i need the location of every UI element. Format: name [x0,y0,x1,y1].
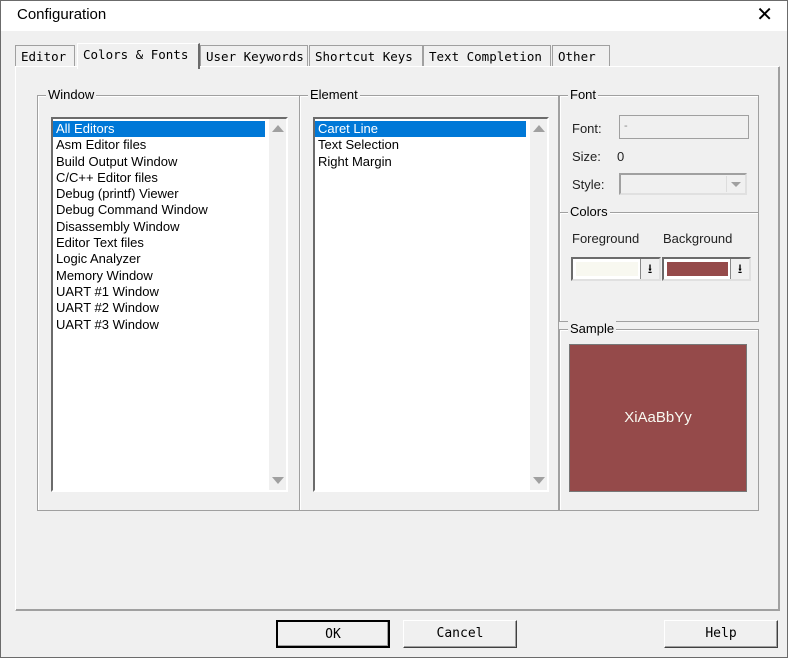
element-list: Caret Line Text Selection Right Margin [315,119,526,170]
window-list-scrollbar[interactable] [269,119,286,490]
background-color-swatch [667,262,728,276]
colors-group-label: Colors [568,204,610,219]
tab-text-completion[interactable]: Text Completion [423,45,551,67]
window-item-uart2[interactable]: UART #2 Window [53,300,265,316]
window-item-debug-printf-viewer[interactable]: Debug (printf) Viewer [53,186,265,202]
element-item-text-selection[interactable]: Text Selection [315,137,526,153]
sample-text: XiAaBbYy [624,409,692,426]
style-dropdown[interactable] [619,173,747,195]
title-bar: Configuration ✕ [1,1,787,31]
tab-other[interactable]: Other [552,45,610,67]
dialog-title: Configuration [17,6,107,23]
size-value: 0 [617,149,625,164]
element-listbox[interactable]: Caret Line Text Selection Right Margin [313,117,549,492]
window-item-logic-analyzer[interactable]: Logic Analyzer [53,251,265,267]
window-item-uart3[interactable]: UART #3 Window [53,317,265,333]
window-listbox[interactable]: All Editors Asm Editor files Build Outpu… [51,117,288,492]
font-group-label: Font [568,87,599,102]
close-icon[interactable]: ✕ [756,3,773,27]
chevron-down-icon [731,182,741,187]
background-color-picker[interactable]: ⭳ [662,257,751,281]
background-dropdown-icon[interactable]: ⭳ [730,259,749,279]
tab-editor[interactable]: Editor [15,45,75,67]
sample-group-label: Sample [568,321,617,336]
window-item-debug-command-window[interactable]: Debug Command Window [53,202,265,218]
foreground-color-picker[interactable]: ⭳ [571,257,661,281]
foreground-color-swatch [576,262,638,276]
tab-user-keywords[interactable]: User Keywords [200,45,308,67]
element-item-right-margin[interactable]: Right Margin [315,154,526,170]
help-button[interactable]: Help [664,620,778,648]
configuration-dialog: Configuration ✕ Editor Colors & Fonts Us… [0,0,788,658]
window-list: All Editors Asm Editor files Build Outpu… [53,119,265,333]
foreground-label: Foreground [572,231,640,246]
size-label: Size: [572,149,601,164]
background-label: Background [663,231,733,246]
sample-preview: XiAaBbYy [569,344,747,492]
element-list-scrollbar[interactable] [530,119,547,490]
window-item-memory-window[interactable]: Memory Window [53,268,265,284]
window-item-all-editors[interactable]: All Editors [53,121,265,138]
window-item-uart1[interactable]: UART #1 Window [53,284,265,300]
element-item-caret-line[interactable]: Caret Line [315,121,526,138]
window-group-label: Window [46,87,97,102]
tab-colors-fonts[interactable]: Colors & Fonts [77,43,200,69]
cancel-button[interactable]: Cancel [403,620,517,648]
window-item-build-output[interactable]: Build Output Window [53,154,265,170]
style-dropdown-button[interactable] [726,176,744,192]
font-label: Font: [572,121,602,136]
scroll-down-icon[interactable] [533,477,545,484]
window-item-disassembly-window[interactable]: Disassembly Window [53,219,265,235]
scroll-down-icon[interactable] [272,477,284,484]
foreground-dropdown-icon[interactable]: ⭳ [640,259,659,279]
font-select-button[interactable]: - [619,115,749,139]
scroll-up-icon[interactable] [533,125,545,132]
window-item-c-cpp-editor-files[interactable]: C/C++ Editor files [53,170,265,186]
window-item-asm-editor-files[interactable]: Asm Editor files [53,137,265,153]
tab-shortcut-keys[interactable]: Shortcut Keys [309,45,423,67]
style-label: Style: [572,177,605,192]
element-group-label: Element [308,87,360,102]
window-item-editor-text-files[interactable]: Editor Text files [53,235,265,251]
ok-button[interactable]: OK [276,620,390,648]
scroll-up-icon[interactable] [272,125,284,132]
